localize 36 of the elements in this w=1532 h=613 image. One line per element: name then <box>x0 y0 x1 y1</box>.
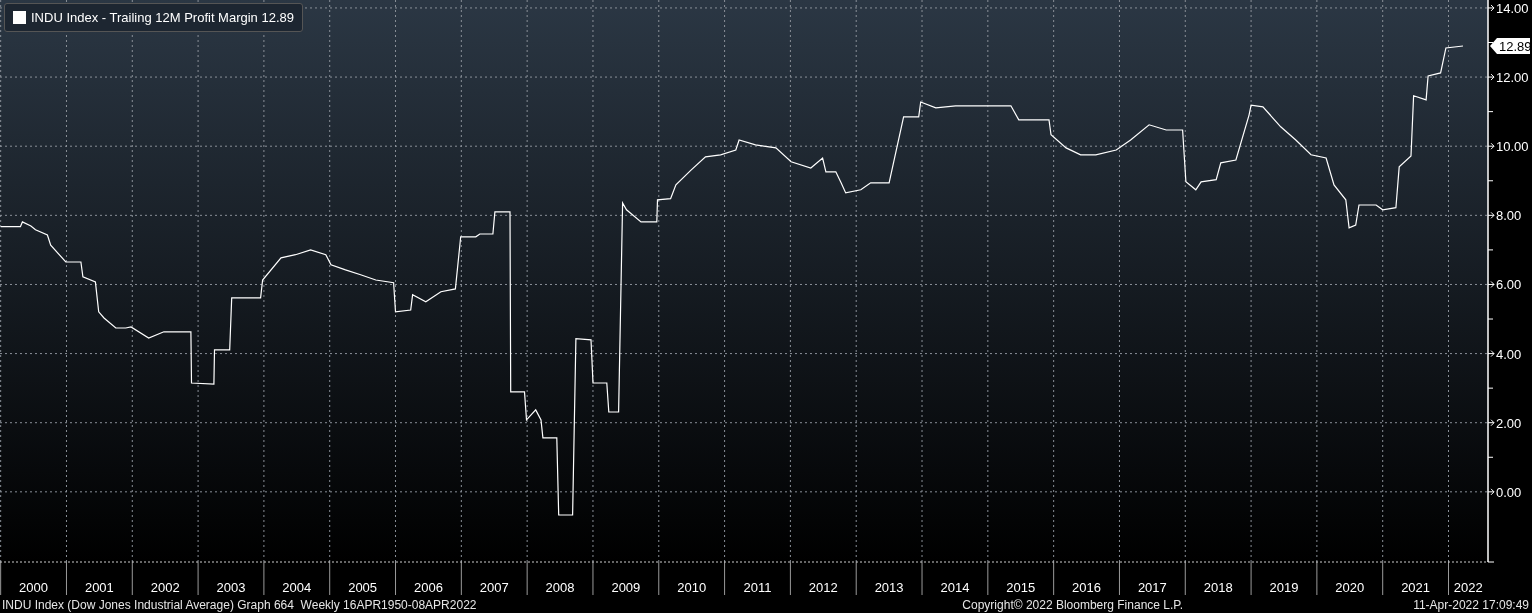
x-tick-label: 2015 <box>1006 580 1036 595</box>
x-tick-label: 2009 <box>611 580 641 595</box>
legend-swatch <box>13 11 26 24</box>
x-tick-label: 2000 <box>19 580 48 595</box>
x-tick-label: 2018 <box>1203 580 1233 595</box>
x-tick-label: 2010 <box>677 580 707 595</box>
copyright-text: Copyright© 2022 Bloomberg Finance L.P. <box>962 597 1184 612</box>
x-tick-label: 2013 <box>874 580 904 595</box>
x-tick-label: 2022 <box>1453 580 1483 595</box>
x-tick-label: 2019 <box>1269 580 1299 595</box>
timestamp: 11-Apr-2022 17:09:49 <box>1413 597 1529 612</box>
x-tick-label: 2017 <box>1137 580 1167 595</box>
y-tick-label: 12.00 <box>1496 70 1529 86</box>
x-tick-label: 2008 <box>545 580 575 595</box>
y-tick-label: 4.00 <box>1496 346 1522 362</box>
x-tick-label: 2011 <box>743 580 772 595</box>
y-tick-label: 2.00 <box>1496 415 1522 431</box>
x-tick-label: 2014 <box>940 580 970 595</box>
legend-label: INDU Index - Trailing 12M Profit Margin 12.89 <box>31 10 294 25</box>
y-tick-label: 6.00 <box>1496 277 1522 293</box>
x-tick-label: 2020 <box>1335 580 1365 595</box>
y-tick-label: 8.00 <box>1496 208 1522 224</box>
x-tick-label: 2005 <box>348 580 378 595</box>
x-tick-label: 2006 <box>413 580 443 595</box>
y-tick-label: 10.00 <box>1496 139 1529 155</box>
x-tick-label: 2016 <box>1072 580 1101 595</box>
x-tick-label: 2001 <box>84 580 114 595</box>
y-tick-label: 0.00 <box>1496 484 1522 500</box>
chart-description: INDU Index (Dow Jones Industrial Average) Graph 664 Weekly 16APR1950-08APR2022 <box>2 597 477 612</box>
x-tick-label: 2002 <box>150 580 180 595</box>
x-tick-label: 2004 <box>282 580 312 595</box>
x-tick-label: 2021 <box>1401 580 1431 595</box>
x-tick-label: 2012 <box>808 580 838 595</box>
x-tick-label: 2007 <box>479 580 509 595</box>
x-tick-label: 2003 <box>216 580 246 595</box>
y-tick-label: 14.00 <box>1496 0 1529 16</box>
